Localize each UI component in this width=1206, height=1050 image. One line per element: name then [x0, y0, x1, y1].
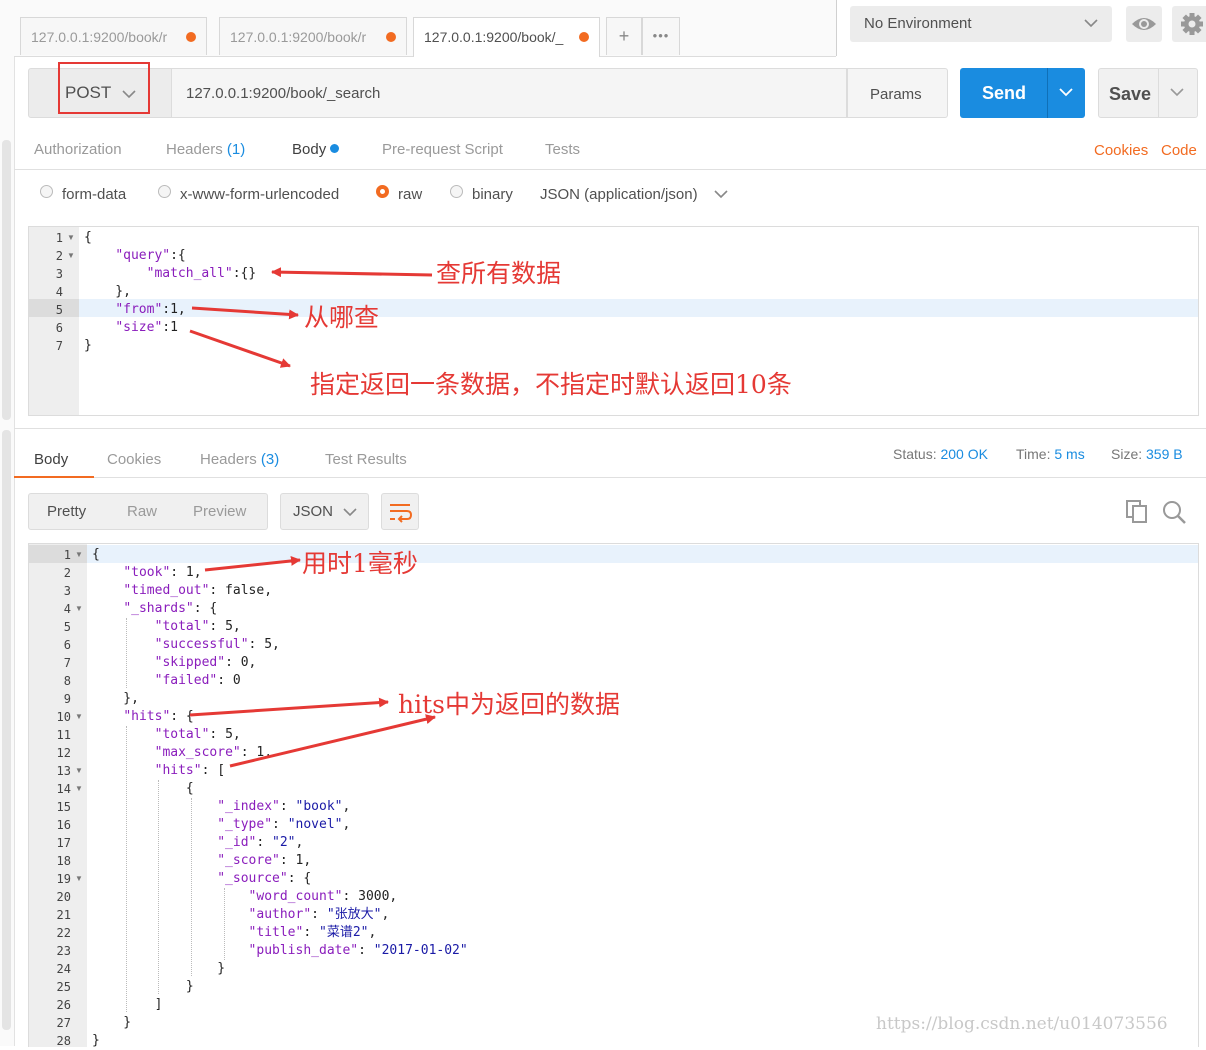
annotation-arrows: [189, 267, 436, 768]
watermark: https://blog.csdn.net/u014073556: [876, 1014, 1168, 1034]
annotation-match-all: 查所有数据: [436, 259, 562, 288]
arrow-from: [191, 306, 299, 320]
annotation-size: 指定返回一条数据，不指定时默认返回10条: [310, 370, 792, 399]
annotation-took: 用时1毫秒: [302, 549, 418, 578]
annotation-from: 从哪查: [304, 303, 380, 332]
arrow-size: [189, 329, 291, 368]
arrow-hits-inner: [229, 714, 436, 768]
arrow-hits-outer: [189, 697, 389, 717]
arrow-took: [204, 555, 301, 572]
annotation-hits: hits中为返回的数据: [398, 690, 620, 719]
arrow-match-all: [271, 267, 433, 278]
